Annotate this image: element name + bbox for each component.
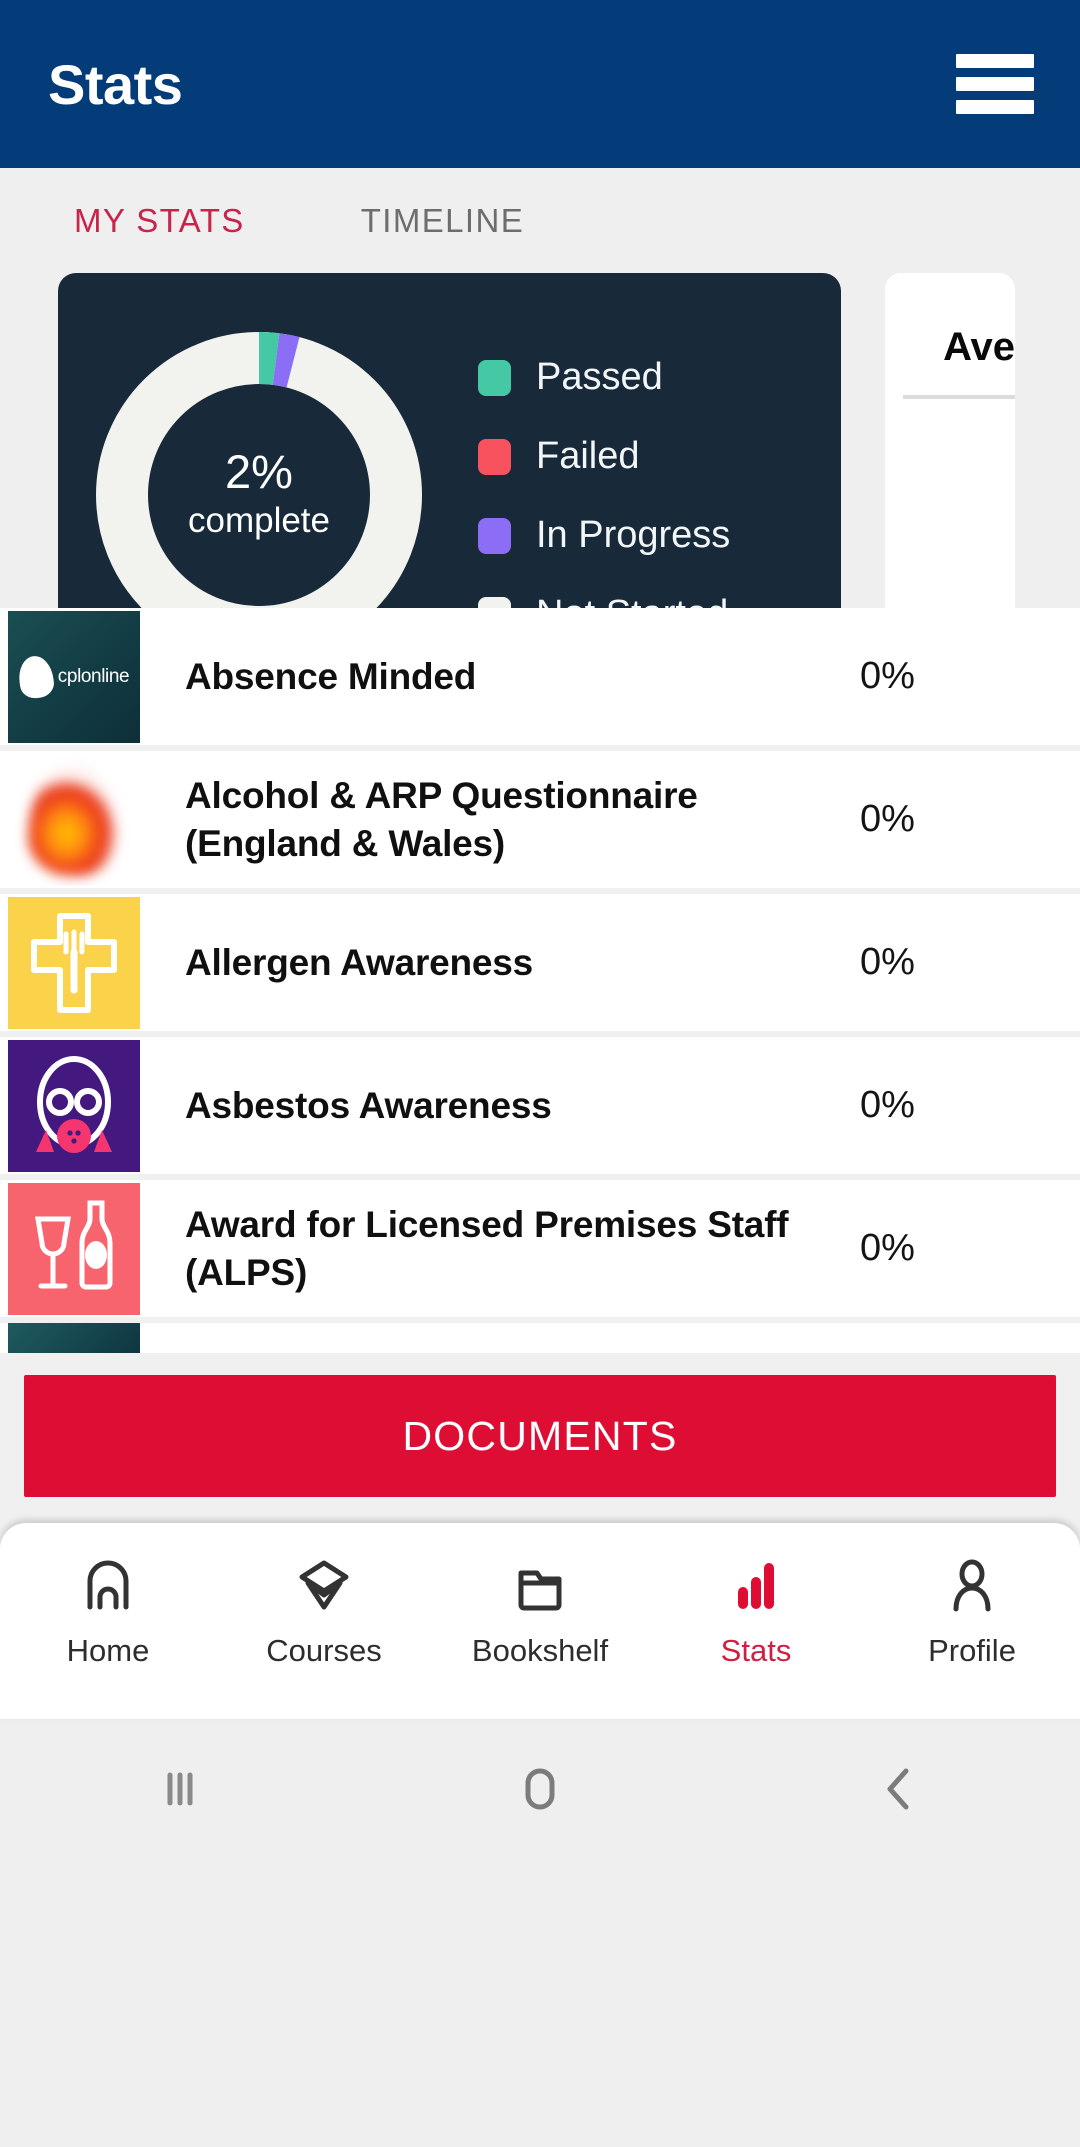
tab-bar: MY STATS TIMELINE [0,168,1080,273]
gas-mask-icon [36,1055,112,1153]
legend-item-in-progress: In Progress [478,504,841,568]
bottom-navigation-bar: Home Courses Bookshelf Stats Profile [0,1523,1080,1719]
recents-icon[interactable] [0,1761,360,1817]
donut-chart-svg [96,331,422,608]
gas-mask-thumbnail [8,1039,140,1172]
hamburger-bar-2 [956,77,1034,91]
course-list: cplonline Absence Minded 0% Alcohol & AR… [0,608,1080,1353]
legend-swatch-failed [478,438,511,475]
donut-legend: Passed Failed In Progress Not Started [434,328,841,608]
legend-label-in-progress: In Progress [536,514,731,556]
legend-swatch-passed [478,359,511,396]
flame-thumbnail [8,753,140,886]
nav-item-home[interactable]: Home [0,1553,216,1669]
glass-and-bottle-icon [35,1200,113,1289]
table-row[interactable]: Award for Licensed Premises Staff (ALPS)… [0,1180,1080,1323]
donut-chart: 2% complete [84,319,434,608]
cross-fork-icon [31,912,117,1013]
flame-icon [28,763,120,876]
person-icon [944,1553,1000,1617]
tab-timeline[interactable]: TIMELINE [361,202,524,240]
average-card-divider [903,395,1015,399]
hamburger-menu-icon[interactable] [956,54,1034,114]
cpl-wordmark: cplonline [57,665,130,687]
course-progress-percent: 0% [860,1084,915,1126]
legend-label-not-started: Not Started [536,593,728,608]
app-screen: Stats MY STATS TIMELINE 2% complete Pass… [0,0,1080,2147]
folder-icon [512,1553,568,1617]
medical-cross-fork-thumbnail [8,896,140,1029]
nav-label-bookshelf: Bookshelf [471,1633,609,1668]
table-row[interactable]: Asbestos Awareness 0% [0,1037,1080,1180]
average-score-card: Ave [885,273,1015,608]
course-progress-percent: 0% [860,1227,915,1269]
nav-item-bookshelf[interactable]: Bookshelf [432,1553,648,1669]
course-progress-percent: 0% [860,941,915,983]
graduation-cap-icon [296,1553,352,1617]
course-title: Alcohol & ARP Questionnaire (England & W… [185,775,698,864]
course-progress-percent: 0% [860,655,915,697]
hamburger-bar-3 [956,100,1034,114]
table-row[interactable]: Allergen Awareness 0% [0,894,1080,1037]
legend-label-passed: Passed [536,356,663,398]
nav-item-stats[interactable]: Stats [648,1553,864,1669]
cpl-blob-icon [16,653,56,700]
nav-label-courses: Courses [266,1633,382,1668]
table-row[interactable]: Alcohol & ARP Questionnaire (England & W… [0,751,1080,894]
nav-label-profile: Profile [928,1633,1016,1668]
nav-item-courses[interactable]: Courses [216,1553,432,1669]
table-row[interactable]: cplonline Absence Minded 0% [0,608,1080,751]
course-title: Allergen Awareness [185,941,534,983]
nav-label-home: Home [66,1633,150,1668]
legend-swatch-not-started [478,596,511,608]
legend-item-failed: Failed [478,425,841,489]
nav-item-profile[interactable]: Profile [864,1553,1080,1669]
course-title: Asbestos Awareness [185,1084,552,1126]
stats-card-carousel[interactable]: 2% complete Passed Failed In Progress Av… [0,273,1080,608]
cplonline-logo-thumbnail: cplonline [8,610,140,743]
back-chevron-icon[interactable] [720,1761,1080,1817]
wine-glass-bottle-thumbnail [8,1182,140,1315]
course-progress-percent: 0% [860,798,915,840]
bar-chart-icon [728,1553,784,1617]
course-title: Absence Minded [185,655,477,697]
legend-swatch-in-progress [478,517,511,554]
donut-segment-not-started [96,331,422,608]
table-row[interactable] [0,1323,1080,1353]
hamburger-bar-1 [956,54,1034,68]
legend-label-failed: Failed [536,435,640,477]
legend-item-passed: Passed [478,346,841,410]
home-icon [80,1553,136,1617]
course-title: Award for Licensed Premises Staff (ALPS) [185,1204,789,1293]
documents-button-container: DOCUMENTS [0,1353,1080,1523]
home-circle-icon[interactable] [360,1761,720,1817]
tab-my-stats[interactable]: MY STATS [74,202,245,240]
teal-thumbnail [8,1323,140,1353]
average-card-title: Ave [943,325,1015,369]
app-bar: Stats [0,0,1080,168]
documents-button[interactable]: DOCUMENTS [24,1375,1056,1497]
system-navigation-bar [0,1719,1080,1859]
legend-item-not-started: Not Started [478,583,841,608]
nav-label-stats: Stats [720,1633,792,1668]
page-title: Stats [48,52,183,116]
completion-donut-card: 2% complete Passed Failed In Progress [58,273,841,608]
